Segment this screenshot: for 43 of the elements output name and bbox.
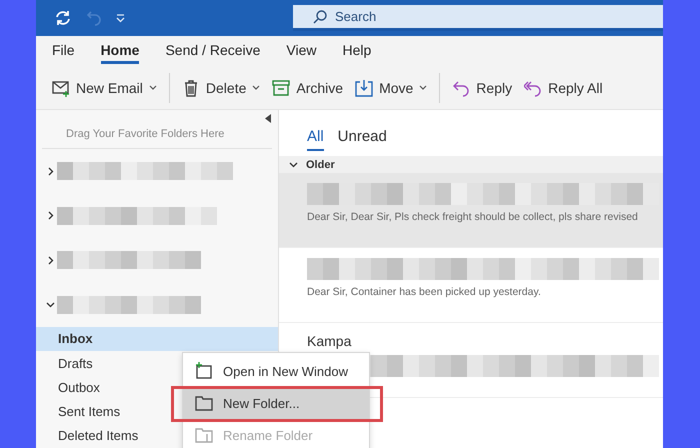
menu-tab[interactable]: Help	[342, 38, 372, 64]
rename-folder-icon	[195, 426, 213, 444]
filter-tab[interactable]: Unread	[338, 128, 387, 151]
toolbar-button[interactable]: Move	[349, 74, 434, 100]
context-menu-item[interactable]: New Folder...	[183, 387, 369, 419]
search-placeholder: Search	[335, 9, 376, 24]
toolbar-button[interactable]: Reply All	[518, 74, 609, 100]
archive-icon	[272, 78, 290, 96]
caret-icon	[252, 84, 260, 90]
chevron-right-icon[interactable]	[46, 166, 55, 176]
caret-icon	[148, 84, 157, 90]
folder-item[interactable]: Inbox	[36, 326, 278, 352]
toolbar-button[interactable]: New Email	[46, 74, 163, 100]
context-menu-item[interactable]: Open in New Window	[183, 355, 369, 387]
reply-all-icon	[524, 78, 542, 96]
chevron-down-icon[interactable]	[46, 300, 55, 310]
sync-icon[interactable]	[54, 9, 72, 27]
chevron-down-icon[interactable]	[289, 160, 298, 169]
toolbar-button[interactable]: Archive	[266, 74, 350, 100]
mail-icon	[52, 78, 70, 96]
message-preview: Dear Sir, Dear Sir, Pls check freight should be collect, pls share revised	[307, 211, 639, 223]
toolbar-button[interactable]: Reply	[446, 74, 518, 100]
message-sender: Kampa	[307, 333, 352, 349]
chevron-right-icon[interactable]	[46, 211, 55, 220]
message-item[interactable]: Dear Sir, Dear Sir, Pls check freight should be collect, pls share revised	[279, 173, 663, 248]
toolbar-button[interactable]: Delete	[176, 74, 266, 100]
search-icon	[313, 10, 327, 24]
message-preview: Dear Sir, Container has been picked up yesterday.	[307, 286, 542, 298]
folder-icon	[195, 394, 213, 412]
filter-tab[interactable]: All	[307, 128, 324, 151]
chevron-right-icon[interactable]	[46, 256, 55, 265]
menu-tab[interactable]: Send / Receive	[165, 38, 260, 64]
new-window-icon	[195, 362, 213, 380]
caret-icon	[419, 84, 428, 90]
move-icon	[355, 78, 374, 96]
search-field[interactable]: Search	[293, 5, 663, 31]
favorites-hint: Drag Your Favorite Folders Here	[42, 126, 272, 149]
menu-tab[interactable]: File	[52, 38, 75, 64]
reply-icon	[452, 78, 470, 96]
dropdown-icon[interactable]	[116, 14, 125, 22]
collapse-icon	[265, 114, 272, 123]
group-header: Older	[306, 158, 335, 170]
menu-tab[interactable]: View	[286, 38, 317, 64]
